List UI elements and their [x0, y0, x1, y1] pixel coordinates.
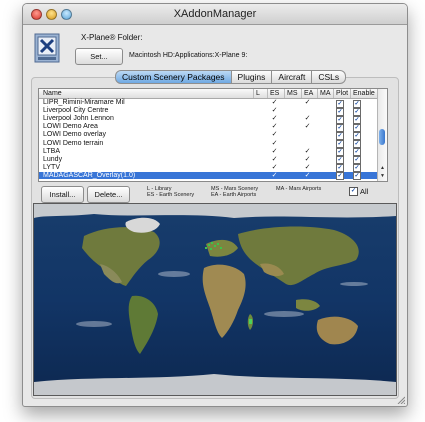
row-ea-check-icon: ✓	[304, 171, 311, 179]
row-es-check-icon: ✓	[271, 163, 278, 171]
column-header-es[interactable]: ES	[267, 89, 284, 98]
row-es-check-icon: ✓	[271, 139, 278, 147]
row-name: LOWI Demo overlay	[43, 131, 107, 139]
row-name: Lundy	[43, 155, 63, 163]
row-name: LYTV	[43, 163, 60, 171]
table-vertical-scrollbar[interactable]: ▲ ▼	[377, 89, 387, 181]
row-name: Liverpool John Lennon	[43, 115, 114, 123]
world-map	[33, 203, 397, 396]
table-row[interactable]: Lundy ✓ ✓ ✓ ✓	[39, 155, 377, 165]
row-es-check-icon: ✓	[271, 171, 278, 179]
tab-aircraft[interactable]: Aircraft	[272, 70, 313, 84]
table-row[interactable]: LOWI Demo Area ✓ ✓ ✓ ✓	[39, 123, 377, 132]
row-ea-check-icon: ✓	[304, 163, 311, 171]
window-title: XAddonManager	[173, 8, 257, 20]
column-header-ma[interactable]: MA	[317, 89, 333, 98]
table-row[interactable]: LYTV ✓ ✓ ✓ ✓	[39, 163, 377, 173]
legend-earth-scenery: ES - Earth Scenery	[147, 192, 195, 198]
table-row[interactable]: LIPR_Rimini-Miramare Mil ✓ ✓ ✓ ✓	[39, 99, 377, 108]
scroll-down-arrow-icon[interactable]: ▼	[378, 173, 387, 180]
row-name: LTBA	[43, 147, 60, 155]
tab-bar: Custom Scenery Packages Plugins Aircraft…	[115, 70, 347, 84]
column-header-plot[interactable]: Plot	[333, 89, 350, 98]
table-row[interactable]: Liverpool John Lennon ✓ ✓ ✓ ✓	[39, 115, 377, 124]
row-ea-check-icon: ✓	[304, 147, 311, 155]
xplane-app-icon	[34, 33, 60, 63]
install-button[interactable]: Install...	[41, 186, 84, 203]
table-header: Name L ES MS EA MA Plot Enable	[39, 89, 377, 99]
table-row[interactable]: MADAGASCAR_Overlay(1.0) ✓ ✓ ✓ ✓	[39, 171, 377, 181]
row-enable-checkbox[interactable]: ✓	[353, 172, 361, 181]
row-es-check-icon: ✓	[271, 131, 278, 139]
row-es-check-icon: ✓	[271, 123, 278, 131]
all-checkbox[interactable]: ✓	[349, 187, 358, 196]
table-row[interactable]: LOWI Demo overlay ✓ ✓ ✓	[39, 131, 377, 140]
xplane-folder-path: Macintosh HD:Applications:X-Plane 9:	[129, 52, 248, 59]
tab-custom-scenery-packages[interactable]: Custom Scenery Packages	[115, 70, 232, 84]
row-es-check-icon: ✓	[271, 107, 278, 115]
row-name: LOWI Demo Area	[43, 123, 98, 131]
row-es-check-icon: ✓	[271, 99, 278, 106]
tab-plugins[interactable]: Plugins	[231, 70, 273, 84]
scrollbar-thumb[interactable]	[379, 129, 385, 145]
table-row[interactable]: Liverpool City Centre ✓ ✓ ✓	[39, 107, 377, 116]
legend-earth-airports: EA - Earth Airports	[211, 192, 257, 198]
tab-csls[interactable]: CSLs	[312, 70, 347, 84]
xplane-folder-label: X-Plane® Folder:	[81, 33, 143, 42]
row-es-check-icon: ✓	[271, 155, 278, 163]
row-ea-check-icon: ✓	[304, 115, 311, 123]
column-header-ms[interactable]: MS	[284, 89, 301, 98]
xaddonmanager-window: XAddonManager X-Plane® Folder: Set... Ma…	[22, 3, 408, 407]
table-row[interactable]: LTBA ✓ ✓ ✓ ✓	[39, 147, 377, 157]
resize-grip-icon[interactable]	[397, 396, 405, 404]
delete-button[interactable]: Delete...	[87, 186, 130, 203]
row-ea-check-icon: ✓	[304, 123, 311, 131]
row-name: MADAGASCAR_Overlay(1.0)	[43, 171, 136, 179]
title-bar[interactable]: XAddonManager	[23, 4, 407, 25]
table-row[interactable]: LOWI Demo terrain ✓ ✓ ✓	[39, 139, 377, 148]
column-header-enable[interactable]: Enable	[350, 89, 377, 98]
scenery-table[interactable]: Name L ES MS EA MA Plot Enable LIPR_Rimi…	[38, 88, 388, 182]
scroll-up-arrow-icon[interactable]: ▲	[378, 165, 387, 172]
row-name: LOWI Demo terrain	[43, 139, 104, 147]
legend-mars-airports: MA - Mars Airports	[276, 186, 322, 192]
row-plot-checkbox[interactable]: ✓	[336, 172, 344, 181]
row-ea-check-icon: ✓	[304, 155, 311, 163]
row-name: LIPR_Rimini-Miramare Mil	[43, 99, 125, 106]
row-es-check-icon: ✓	[271, 147, 278, 155]
row-name: Liverpool City Centre	[43, 107, 109, 115]
all-checkbox-label: All	[360, 187, 369, 196]
column-header-name[interactable]: Name	[39, 89, 253, 98]
set-folder-button[interactable]: Set...	[75, 48, 123, 65]
row-ea-check-icon: ✓	[304, 99, 311, 106]
column-header-l[interactable]: L	[253, 89, 267, 98]
row-es-check-icon: ✓	[271, 115, 278, 123]
column-header-ea[interactable]: EA	[301, 89, 317, 98]
